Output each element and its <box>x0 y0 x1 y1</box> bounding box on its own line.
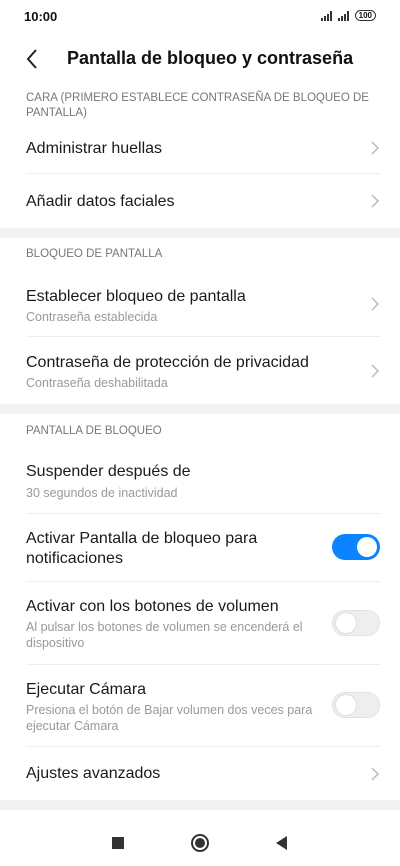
row-title: Ajustes avanzados <box>26 765 161 782</box>
volume-wake-toggle[interactable] <box>332 610 380 636</box>
navigation-bar <box>0 818 400 866</box>
row-subtitle: Al pulsar los botones de volumen se ence… <box>26 620 303 650</box>
circle-icon[interactable] <box>189 832 211 854</box>
section-separator <box>0 404 400 414</box>
back-button[interactable] <box>18 44 48 74</box>
row-title: Ejecutar Cámara <box>26 681 147 698</box>
section-separator <box>0 228 400 238</box>
divider <box>26 336 380 337</box>
chevron-left-icon <box>26 49 37 69</box>
row-title: Suspender después de <box>26 463 191 480</box>
toggle-knob <box>336 613 356 633</box>
row-lock-screen-notifications[interactable]: Activar Pantalla de bloqueo para notific… <box>0 515 400 582</box>
signal-icon <box>337 10 349 21</box>
section-header-lock-screen: PANTALLA DE BLOQUEO <box>26 425 162 437</box>
row-title: Añadir datos faciales <box>26 193 175 210</box>
status-time: 10:00 <box>24 9 58 24</box>
row-subtitle: Presiona el botón de Bajar volumen dos v… <box>26 703 313 733</box>
divider <box>26 513 380 514</box>
row-manage-fingerprints[interactable]: Administrar huellas <box>0 122 400 174</box>
row-sleep-after[interactable]: Suspender después de 30 segundos de inac… <box>0 448 400 514</box>
signal-icon <box>320 10 332 21</box>
row-privacy-password[interactable]: Contraseña de protección de privacidad C… <box>0 338 400 404</box>
toggle-knob <box>336 695 356 715</box>
header: Pantalla de bloqueo y contraseña <box>0 34 400 86</box>
chevron-right-icon <box>371 141 380 155</box>
square-icon[interactable] <box>107 832 129 854</box>
chevron-right-icon <box>371 364 380 378</box>
row-subtitle: Contraseña establecida <box>26 310 158 324</box>
page-title: Pantalla de bloqueo y contraseña <box>67 48 354 68</box>
section-header-face: CARA (PRIMERO ESTABLECE CONTRASEÑA DE BL… <box>26 92 369 119</box>
row-volume-buttons-wake[interactable]: Activar con los botones de volumen Al pu… <box>0 582 400 665</box>
row-title: Activar Pantalla de bloqueo para notific… <box>26 530 258 567</box>
row-launch-camera[interactable]: Ejecutar Cámara Presiona el botón de Baj… <box>0 665 400 747</box>
row-title: Activar con los botones de volumen <box>26 598 279 615</box>
notifications-toggle[interactable] <box>332 534 380 560</box>
status-bar: 10:00 100 <box>0 0 400 34</box>
row-add-face-data[interactable]: Añadir datos faciales <box>0 175 400 227</box>
battery-icon: 100 <box>354 10 376 21</box>
chevron-right-icon <box>371 767 380 781</box>
row-title: Administrar huellas <box>26 140 163 157</box>
row-advanced-settings[interactable]: Ajustes avanzados <box>0 747 400 799</box>
chevron-right-icon <box>371 194 380 208</box>
row-title: Contraseña de protección de privacidad <box>26 354 309 371</box>
toggle-knob <box>357 537 377 557</box>
status-icons: 100 <box>320 10 376 21</box>
row-subtitle: 30 segundos de inactividad <box>26 486 178 500</box>
divider <box>26 173 380 174</box>
section-separator <box>0 800 400 810</box>
triangle-left-icon[interactable] <box>271 832 293 854</box>
row-subtitle: Contraseña deshabilitada <box>26 376 168 390</box>
chevron-right-icon <box>371 297 380 311</box>
row-title: Establecer bloqueo de pantalla <box>26 288 246 305</box>
section-header-screen-lock: BLOQUEO DE PANTALLA <box>26 248 163 260</box>
row-set-screen-lock[interactable]: Establecer bloqueo de pantalla Contraseñ… <box>0 271 400 337</box>
launch-camera-toggle[interactable] <box>332 692 380 718</box>
